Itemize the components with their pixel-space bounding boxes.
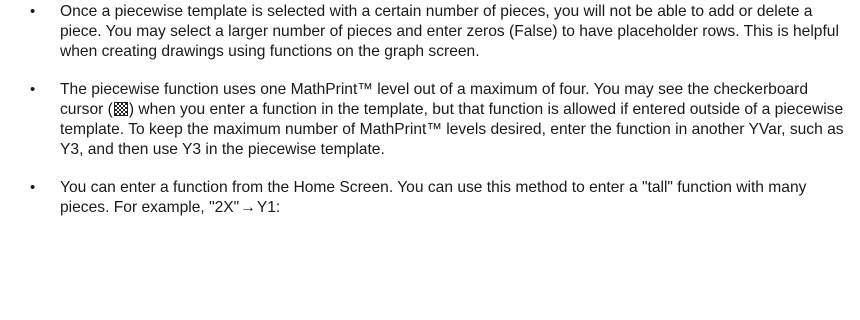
bullet-icon: • — [30, 3, 36, 20]
paragraph-text-part: Y1: — [256, 199, 281, 216]
document-body: • Once a piecewise template is selected … — [0, 2, 860, 236]
paragraph-home-screen: You can enter a function from the Home S… — [60, 178, 846, 218]
bullet-icon: • — [30, 179, 36, 196]
paragraph-text-part: ) when you enter a function in the templ… — [60, 101, 844, 158]
list-item: • Once a piecewise template is selected … — [0, 2, 860, 62]
checkerboard-cursor-icon — [113, 102, 128, 116]
store-arrow-icon: → — [240, 199, 256, 216]
paragraph-text-part: You can enter a function from the Home S… — [60, 179, 807, 216]
paragraph-piecewise-template: Once a piecewise template is selected wi… — [60, 3, 839, 60]
paragraph-mathprint-levels: The piecewise function uses one MathPrin… — [60, 80, 846, 160]
bullet-icon: • — [30, 81, 36, 98]
list-item: • You can enter a function from the Home… — [0, 178, 860, 218]
list-item: • The piecewise function uses one MathPr… — [0, 80, 860, 160]
